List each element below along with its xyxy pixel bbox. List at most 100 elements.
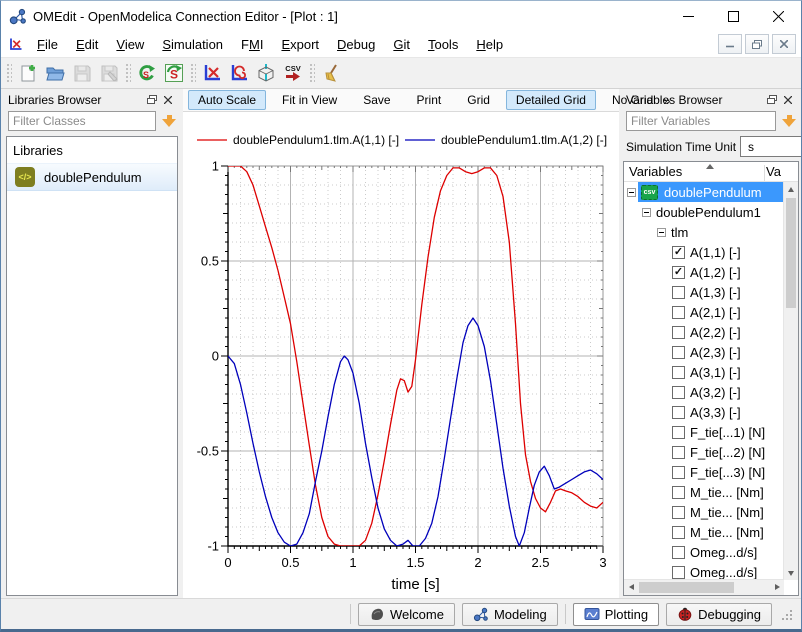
variable-checkbox[interactable] (672, 286, 685, 299)
menu-item-edit[interactable]: Edit (67, 33, 107, 56)
vertical-scrollbar[interactable] (783, 182, 798, 580)
clear-plot-window-button[interactable] (317, 60, 344, 87)
variable-checkbox[interactable] (672, 406, 685, 419)
variable-row-m-tie-nm[interactable]: M_tie... [Nm] (625, 522, 784, 542)
close-icon[interactable] (780, 92, 796, 108)
variable-checkbox[interactable] (672, 526, 685, 539)
variable-checkbox[interactable] (672, 486, 685, 499)
tab-welcome[interactable]: Welcome (358, 603, 455, 626)
minimize-button[interactable] (666, 1, 711, 31)
menu-item-tools[interactable]: Tools (419, 33, 467, 56)
variable-checkbox[interactable]: ✓ (672, 246, 685, 259)
tab-plotting[interactable]: Plotting (573, 603, 659, 626)
variable-row-f-tie-3-n[interactable]: F_tie[...3) [N] (625, 462, 784, 482)
time-unit-select[interactable]: s (740, 136, 802, 157)
library-item-doublependulum[interactable]: </>doublePendulum (7, 163, 177, 191)
variable-row-a-2-2[interactable]: A(2,2) [-] (625, 322, 784, 342)
mdi-minimize-button[interactable] (718, 34, 742, 54)
variable-checkbox[interactable] (672, 506, 685, 519)
variable-checkbox[interactable] (672, 346, 685, 359)
variable-row-m-tie-nm[interactable]: M_tie... [Nm] (625, 482, 784, 502)
variable-row-doublependulum1[interactable]: doublePendulum1 (625, 202, 784, 222)
filter-classes-input[interactable] (8, 111, 156, 131)
plot-toolbar-detailed-grid-button[interactable]: Detailed Grid (506, 90, 596, 110)
tab-label: Plotting (605, 607, 648, 622)
variables-column-header[interactable]: Variables (624, 164, 682, 181)
menu-item-export[interactable]: Export (272, 33, 328, 56)
variable-checkbox[interactable] (672, 366, 685, 379)
menu-item-help[interactable]: Help (467, 33, 512, 56)
variable-row-a-1-3[interactable]: A(1,3) [-] (625, 282, 784, 302)
scroll-right-icon[interactable] (770, 580, 784, 594)
plot-toolbar-auto-scale-button[interactable]: Auto Scale (188, 90, 266, 110)
variable-row-a-3-3[interactable]: A(3,3) [-] (625, 402, 784, 422)
variable-row-tlm[interactable]: tlm (625, 222, 784, 242)
variable-checkbox[interactable] (672, 306, 685, 319)
menu-item-debug[interactable]: Debug (328, 33, 384, 56)
variable-row-f-tie-2-n[interactable]: F_tie[...2) [N] (625, 442, 784, 462)
variable-checkbox[interactable] (672, 426, 685, 439)
expand-filter-icon[interactable] (780, 111, 798, 131)
variable-checkbox[interactable] (672, 326, 685, 339)
new-parametric-plot-button[interactable] (225, 60, 252, 87)
new-plot-window-button[interactable] (198, 60, 225, 87)
open-model-button[interactable] (41, 60, 68, 87)
variable-row-m-tie-nm[interactable]: M_tie... [Nm] (625, 502, 784, 522)
variable-row-omeg-d-s[interactable]: Omeg...d/s] (625, 562, 784, 580)
variable-checkbox[interactable]: ✓ (672, 266, 685, 279)
variable-row-a-2-1[interactable]: A(2,1) [-] (625, 302, 784, 322)
collapse-icon[interactable] (627, 188, 636, 197)
scrollbar-thumb[interactable] (786, 198, 796, 308)
re-simulate-button[interactable]: S (133, 60, 160, 87)
export-csv-button[interactable]: CSV (279, 60, 306, 87)
plot-toolbar-fit-in-view-button[interactable]: Fit in View (272, 90, 347, 110)
scrollbar-thumb[interactable] (639, 582, 734, 593)
variable-checkbox[interactable] (672, 546, 685, 559)
expand-filter-icon[interactable] (160, 111, 178, 131)
plot-svg[interactable]: 00.511.522.5310.50-0.5-1time [s]doublePe… (183, 112, 619, 598)
column-divider[interactable] (764, 165, 765, 181)
variable-checkbox[interactable] (672, 566, 685, 579)
float-icon[interactable] (764, 92, 780, 108)
variable-row-a-2-3[interactable]: A(2,3) [-] (625, 342, 784, 362)
variable-row-a-1-2[interactable]: ✓A(1,2) [-] (625, 262, 784, 282)
variable-checkbox[interactable] (672, 446, 685, 459)
variable-row-a-3-1[interactable]: A(3,1) [-] (625, 362, 784, 382)
menu-item-git[interactable]: Git (384, 33, 419, 56)
variable-row-doublependulum[interactable]: csvdoublePendulum (625, 182, 784, 202)
horizontal-scrollbar[interactable] (624, 579, 784, 595)
variable-row-a-3-2[interactable]: A(3,2) [-] (625, 382, 784, 402)
filter-variables-input[interactable] (626, 111, 776, 131)
variable-row-f-tie-1-n[interactable]: F_tie[...1) [N] (625, 422, 784, 442)
tab-modeling[interactable]: Modeling (462, 603, 558, 626)
mdi-restore-button[interactable] (745, 34, 769, 54)
menu-item-file[interactable]: File (28, 33, 67, 56)
variable-checkbox[interactable] (672, 466, 685, 479)
variable-row-omeg-d-s[interactable]: Omeg...d/s] (625, 542, 784, 562)
variable-checkbox[interactable] (672, 386, 685, 399)
scroll-down-icon[interactable] (784, 566, 798, 580)
re-simulate-setup-button[interactable]: S (160, 60, 187, 87)
value-column-header[interactable]: Va (766, 164, 784, 179)
plot-toolbar-save-button[interactable]: Save (353, 90, 400, 110)
scroll-up-icon[interactable] (784, 182, 798, 196)
variable-row-a-1-1[interactable]: ✓A(1,1) [-] (625, 242, 784, 262)
mdi-close-button[interactable] (772, 34, 796, 54)
float-icon[interactable] (144, 92, 160, 108)
window-title: OMEdit - OpenModelica Connection Editor … (33, 9, 338, 24)
new-modelica-class-button[interactable] (14, 60, 41, 87)
menu-item-fmi[interactable]: FMI (232, 33, 272, 56)
close-button[interactable] (756, 1, 801, 31)
scroll-left-icon[interactable] (624, 580, 638, 594)
close-icon[interactable] (160, 92, 176, 108)
plot-toolbar-grid-button[interactable]: Grid (457, 90, 500, 110)
new-animation-window-button[interactable] (252, 60, 279, 87)
plot-toolbar-print-button[interactable]: Print (407, 90, 452, 110)
resize-grip[interactable] (780, 608, 793, 621)
menu-item-view[interactable]: View (107, 33, 153, 56)
menu-item-simulation[interactable]: Simulation (153, 33, 232, 56)
maximize-button[interactable] (711, 1, 756, 31)
collapse-icon[interactable] (642, 208, 651, 217)
tab-debugging[interactable]: Debugging (666, 603, 772, 626)
collapse-icon[interactable] (657, 228, 666, 237)
